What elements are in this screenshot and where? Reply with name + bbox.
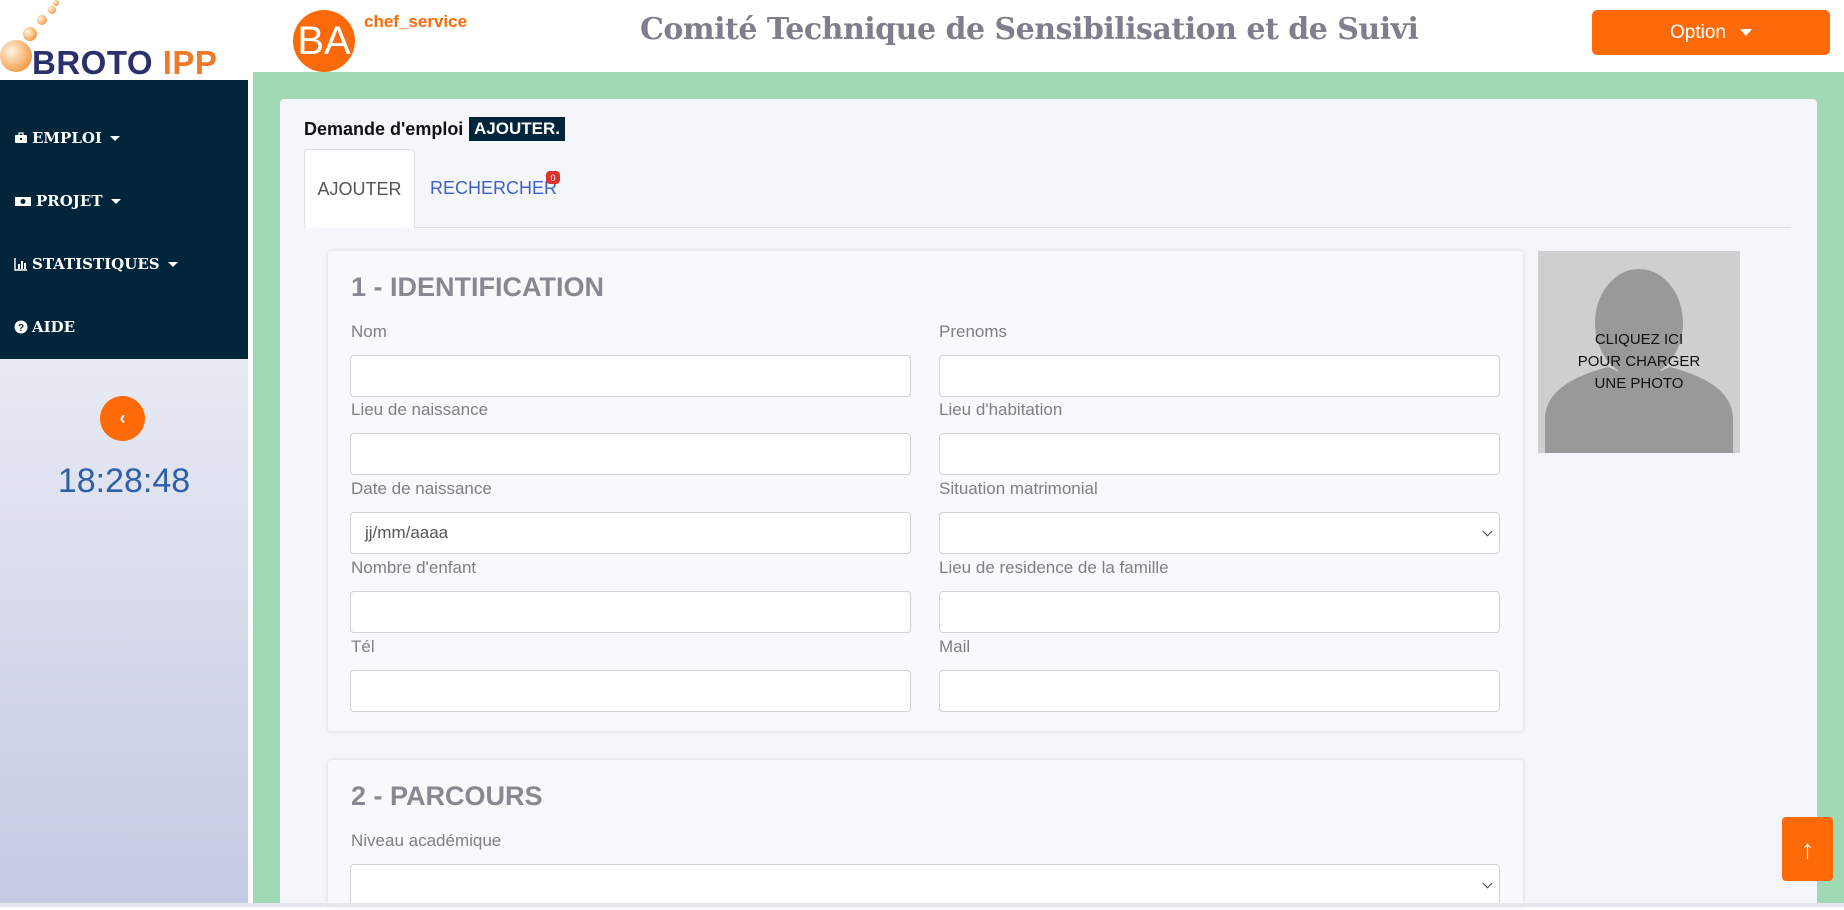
sidebar-item-label: PROJET (36, 192, 103, 210)
breadcrumb: Demande d'emploi (304, 119, 464, 139)
lieu-residence-input[interactable] (939, 591, 1500, 633)
chart-icon (14, 258, 27, 271)
horizontal-scrollbar[interactable] (0, 903, 1844, 907)
mail-input[interactable] (939, 670, 1500, 712)
money-icon (15, 197, 31, 206)
date-naissance-label: Date de naissance (351, 479, 492, 498)
logo[interactable]: BROTO IPP (0, 0, 248, 82)
chevron-left-icon: ‹ (119, 408, 126, 428)
header: BROTO IPP BA chef_service Comité Techniq… (0, 0, 1844, 82)
section-title: 2 - PARCOURS (351, 781, 543, 811)
sidebar-item-emploi[interactable]: EMPLOI (14, 129, 120, 147)
option-button[interactable]: Option (1592, 10, 1830, 55)
photo-line: POUR CHARGER (1577, 353, 1701, 370)
prenoms-input[interactable] (939, 355, 1500, 397)
nom-input[interactable] (350, 355, 911, 397)
lieu-habitation-input[interactable] (939, 433, 1500, 475)
niveau-label: Niveau académique (351, 831, 502, 850)
clock: 18:28:48 (57, 462, 191, 500)
photo-upload[interactable]: CLIQUEZ ICI POUR CHARGER UNE PHOTO (1538, 251, 1740, 453)
sidebar-item-label: AIDE (32, 318, 76, 336)
caret-down-icon (110, 198, 121, 204)
nombre-enfant-label: Nombre d'enfant (351, 558, 477, 577)
username: chef_service (364, 12, 468, 31)
logo-brand: BROTO (32, 44, 154, 81)
tel-input[interactable] (350, 670, 911, 712)
photo-instruction: CLIQUEZ ICI POUR CHARGER UNE PHOTO (1538, 329, 1740, 395)
svg-text:?: ? (18, 323, 24, 334)
nombre-enfant-input[interactable] (350, 591, 911, 633)
lieu-residence-label: Lieu de residence de la famille (939, 558, 1169, 577)
sidebar-panel (0, 359, 248, 907)
lieu-naissance-input[interactable] (350, 433, 911, 475)
caret-down-icon (1739, 29, 1752, 36)
tab-ajouter[interactable]: AJOUTER (304, 149, 415, 228)
lieu-naissance-label: Lieu de naissance (351, 400, 489, 419)
photo-line: CLIQUEZ ICI (1594, 331, 1684, 348)
chevron-down-icon (1482, 526, 1493, 537)
date-naissance-input[interactable]: jj/mm/aaaa (350, 512, 911, 554)
photo-line: UNE PHOTO (1594, 375, 1684, 392)
prenoms-label: Prenoms (939, 322, 1008, 341)
breadcrumb-badge: AJOUTER. (469, 117, 565, 141)
avatar[interactable]: BA (293, 10, 355, 72)
tab-rechercher[interactable]: RECHERCHER (430, 178, 557, 199)
question-icon: ? (14, 320, 28, 334)
date-placeholder: jj/mm/aaaa (365, 523, 449, 542)
mail-label: Mail (939, 637, 971, 656)
lieu-habitation-label: Lieu d'habitation (939, 400, 1063, 419)
collapse-sidebar-button[interactable]: ‹ (100, 396, 145, 441)
sidebar-item-label: EMPLOI (32, 129, 102, 147)
sidebar-item-statistiques[interactable]: STATISTIQUES (14, 255, 178, 273)
tabs-divider (304, 227, 1791, 228)
sidebar-item-projet[interactable]: PROJET (14, 192, 121, 210)
tab-count-badge: 0 (546, 171, 560, 184)
sidebar-nav: EMPLOI PROJET STATISTIQUES ? AIDE (0, 80, 248, 359)
situation-select[interactable] (939, 512, 1500, 554)
option-label: Option (1670, 21, 1726, 43)
identification-section (328, 251, 1523, 731)
arrow-up-icon: ↑ (1801, 833, 1814, 864)
sidebar-item-aide[interactable]: ? AIDE (14, 318, 75, 336)
logo-text: BROTO IPP (32, 44, 217, 82)
situation-label: Situation matrimonial (939, 479, 1098, 498)
briefcase-icon (15, 132, 27, 143)
app-title: Comité Technique de Sensibilisation et d… (640, 12, 1419, 47)
niveau-select[interactable] (350, 864, 1500, 906)
section-title: 1 - IDENTIFICATION (351, 272, 604, 302)
logo-suffix: IPP (162, 44, 218, 81)
tel-label: Tél (351, 637, 375, 656)
nom-label: Nom (351, 322, 387, 341)
sidebar-item-label: STATISTIQUES (32, 255, 160, 273)
caret-down-icon (167, 261, 178, 267)
scroll-top-button[interactable]: ↑ (1782, 817, 1833, 881)
chevron-down-icon (1482, 878, 1493, 889)
caret-down-icon (109, 135, 120, 141)
